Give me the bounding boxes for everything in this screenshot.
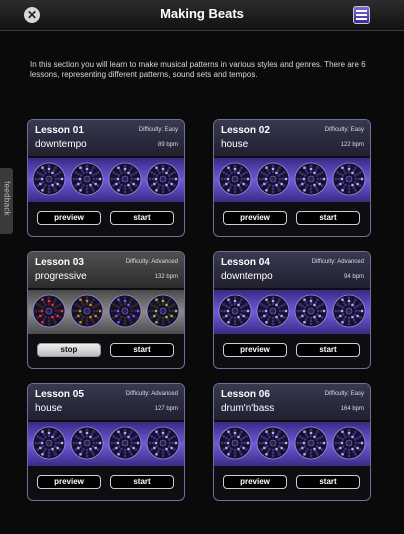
lesson-bpm: 132 bpm [154, 274, 178, 280]
lesson-style: house [35, 403, 63, 414]
preview-button[interactable]: preview [37, 475, 101, 489]
lesson-bpm: 122 bpm [340, 142, 364, 148]
lesson-card: Lesson 06 Difficulty: Easy drum'n'bass 1… [213, 383, 371, 501]
start-button[interactable]: start [110, 343, 174, 357]
pattern-disc-icon [256, 426, 290, 460]
start-button[interactable]: start [110, 475, 174, 489]
preview-button[interactable]: preview [223, 211, 287, 225]
pattern-disc-icon [332, 426, 366, 460]
pattern-band [28, 158, 184, 202]
pattern-disc-icon [146, 426, 180, 460]
lesson-card-header: Lesson 05 Difficulty: Advanced house 127… [28, 384, 184, 420]
pattern-disc-icon [32, 426, 66, 460]
lesson-card-header: Lesson 03 Difficulty: Advanced progressi… [28, 252, 184, 288]
lesson-bpm: 127 bpm [154, 406, 178, 412]
pattern-band [214, 158, 370, 202]
pattern-disc-icon [256, 162, 290, 196]
lesson-difficulty: Difficulty: Easy [324, 391, 364, 397]
lesson-card: Lesson 01 Difficulty: Easy downtempo 89 … [27, 119, 185, 237]
pattern-disc-icon [218, 294, 252, 328]
start-button[interactable]: start [296, 475, 360, 489]
pattern-disc-icon [108, 162, 142, 196]
lesson-name: Lesson 03 [35, 257, 84, 268]
lesson-card: Lesson 03 Difficulty: Advanced progressi… [27, 251, 185, 369]
pattern-disc-icon [256, 294, 290, 328]
intro-text: In this section you will learn to make m… [30, 60, 366, 79]
lesson-difficulty: Difficulty: Advanced [125, 259, 178, 265]
start-button[interactable]: start [296, 211, 360, 225]
menu-icon[interactable] [353, 6, 370, 24]
lesson-name: Lesson 06 [221, 389, 270, 400]
top-bar: ✕ Making Beats [0, 0, 404, 31]
lesson-card: Lesson 02 Difficulty: Easy house 122 bpm… [213, 119, 371, 237]
lesson-bpm: 164 bpm [340, 406, 364, 412]
lesson-bpm: 94 bpm [343, 274, 364, 280]
preview-button[interactable]: preview [223, 343, 287, 357]
lesson-difficulty: Difficulty: Advanced [125, 391, 178, 397]
lesson-card-header: Lesson 06 Difficulty: Easy drum'n'bass 1… [214, 384, 370, 420]
lesson-name: Lesson 05 [35, 389, 84, 400]
lesson-card-header: Lesson 01 Difficulty: Easy downtempo 89 … [28, 120, 184, 156]
pattern-band [214, 422, 370, 466]
pattern-disc-icon [332, 162, 366, 196]
pattern-disc-icon [294, 294, 328, 328]
feedback-label: feedback [2, 181, 12, 216]
lesson-difficulty: Difficulty: Easy [138, 127, 178, 133]
pattern-disc-icon [32, 294, 66, 328]
preview-button[interactable]: preview [223, 475, 287, 489]
start-button[interactable]: start [296, 343, 360, 357]
pattern-disc-icon [294, 162, 328, 196]
pattern-band [28, 290, 184, 334]
feedback-tab[interactable]: feedback [0, 168, 13, 234]
pattern-disc-icon [218, 426, 252, 460]
lesson-bpm: 89 bpm [157, 142, 178, 148]
lesson-style: downtempo [221, 271, 273, 282]
start-button[interactable]: start [110, 211, 174, 225]
lesson-card: Lesson 05 Difficulty: Advanced house 127… [27, 383, 185, 501]
pattern-disc-icon [70, 162, 104, 196]
stop-button[interactable]: stop [37, 343, 101, 357]
preview-button[interactable]: preview [37, 211, 101, 225]
page-title: Making Beats [160, 6, 244, 21]
pattern-disc-icon [70, 294, 104, 328]
lesson-name: Lesson 01 [35, 125, 84, 136]
lesson-style: downtempo [35, 139, 87, 150]
lesson-difficulty: Difficulty: Easy [324, 127, 364, 133]
pattern-band [214, 290, 370, 334]
lesson-style: drum'n'bass [221, 403, 275, 414]
pattern-disc-icon [294, 426, 328, 460]
pattern-disc-icon [218, 162, 252, 196]
lesson-card: Lesson 04 Difficulty: Advanced downtempo… [213, 251, 371, 369]
pattern-disc-icon [32, 162, 66, 196]
pattern-disc-icon [146, 162, 180, 196]
pattern-disc-icon [108, 294, 142, 328]
lesson-card-header: Lesson 02 Difficulty: Easy house 122 bpm [214, 120, 370, 156]
lesson-card-header: Lesson 04 Difficulty: Advanced downtempo… [214, 252, 370, 288]
pattern-band [28, 422, 184, 466]
pattern-disc-icon [108, 426, 142, 460]
pattern-disc-icon [332, 294, 366, 328]
lesson-style: progressive [35, 271, 87, 282]
pattern-disc-icon [146, 294, 180, 328]
lesson-name: Lesson 02 [221, 125, 270, 136]
lesson-difficulty: Difficulty: Advanced [311, 259, 364, 265]
lesson-style: house [221, 139, 249, 150]
pattern-disc-icon [70, 426, 104, 460]
lesson-name: Lesson 04 [221, 257, 270, 268]
